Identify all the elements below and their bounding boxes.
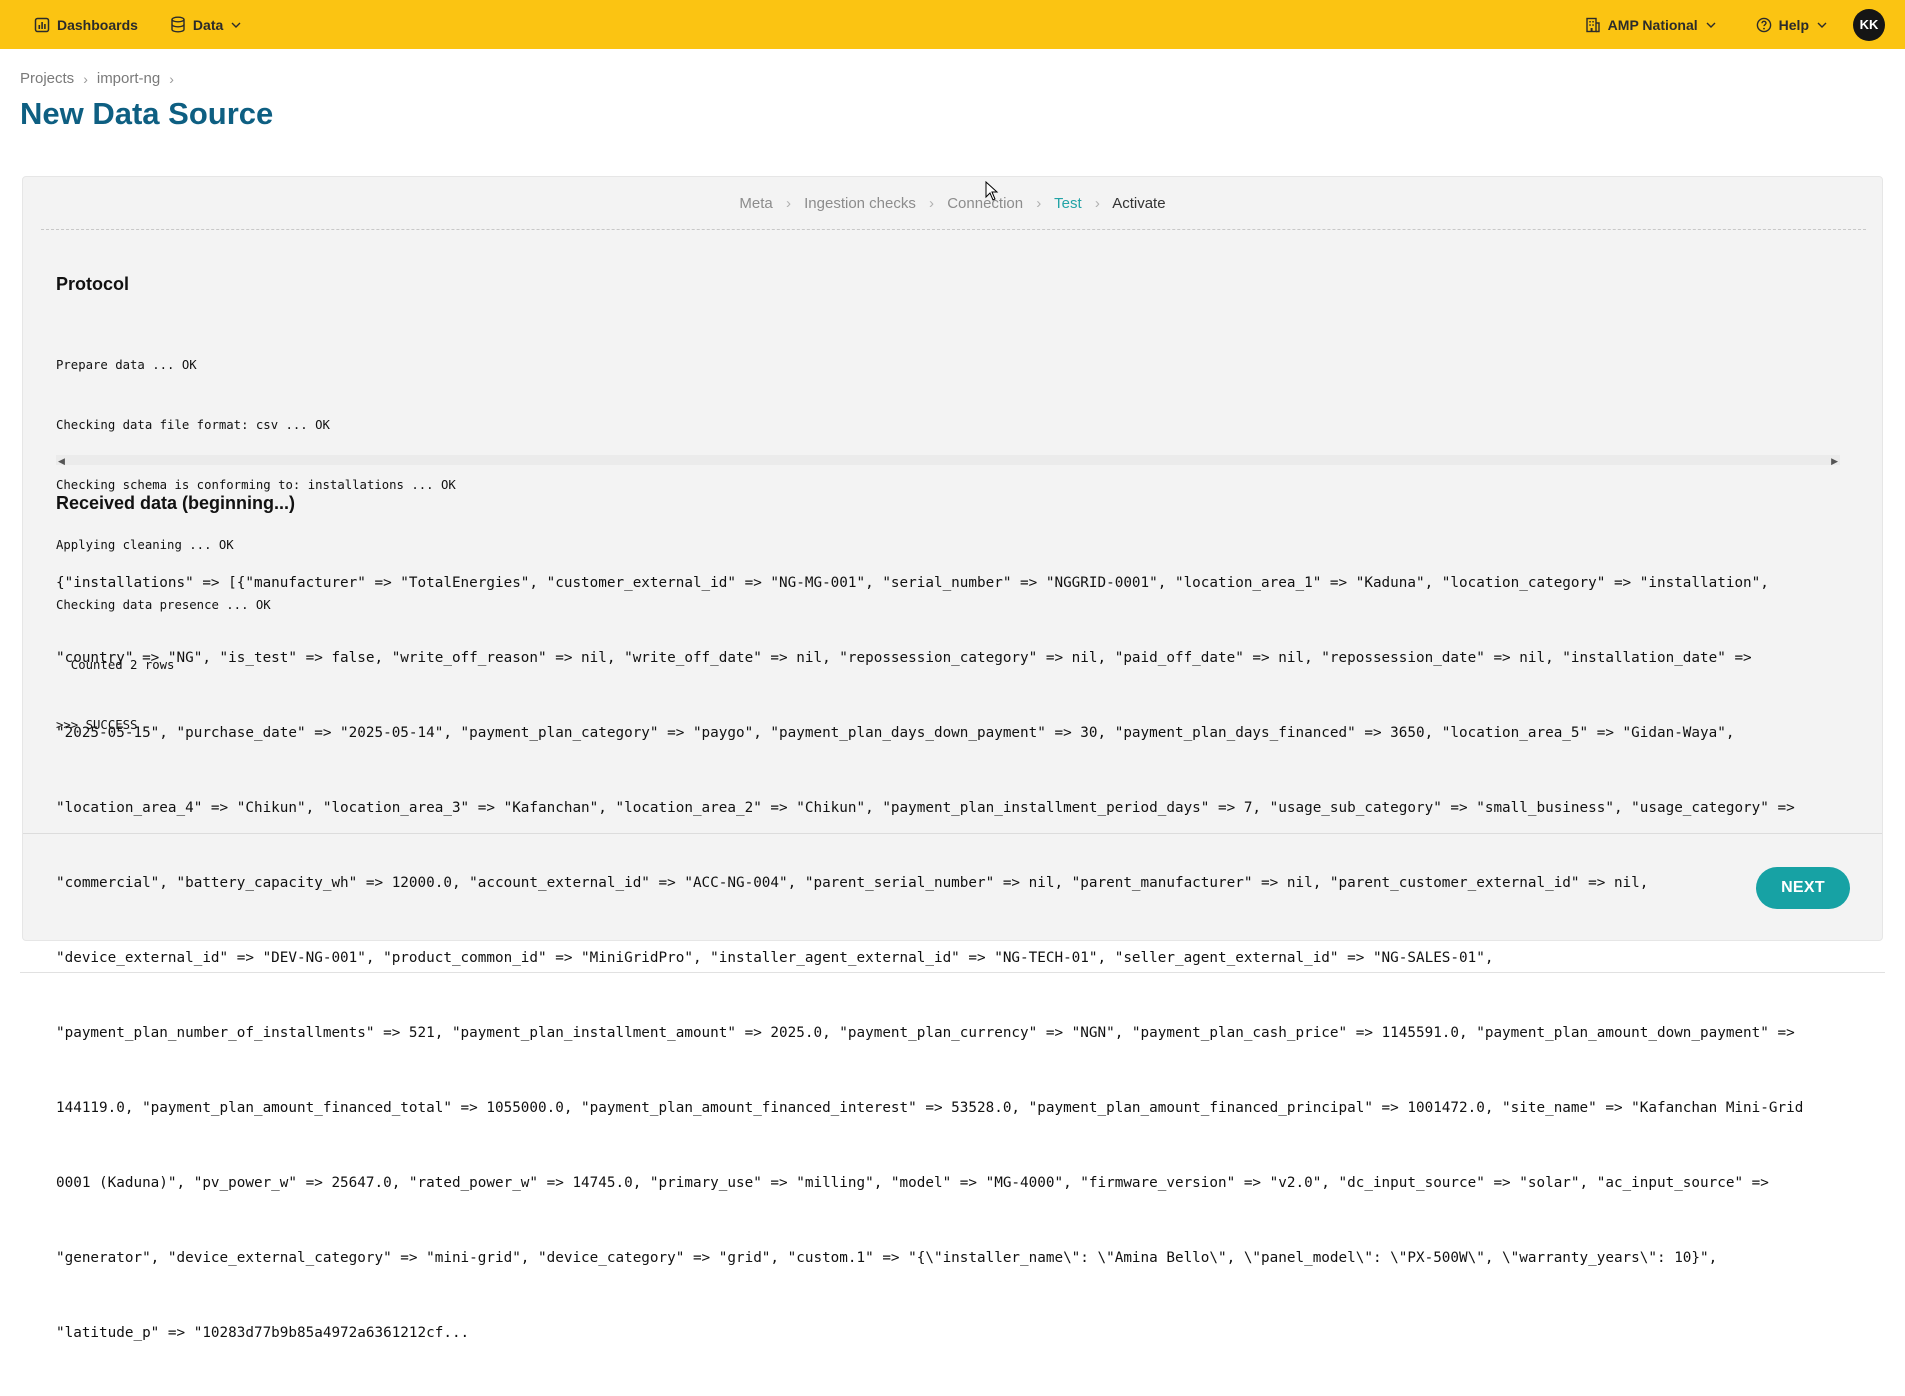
chevron-down-icon [231, 22, 241, 28]
breadcrumb-projects[interactable]: Projects [20, 70, 74, 87]
received-data-line: "device_external_id" => "DEV-NG-001", "p… [56, 950, 1494, 966]
page-title: New Data Source [20, 96, 274, 131]
protocol-line: Prepare data ... OK [56, 358, 197, 372]
chevron-right-icon: › [1036, 195, 1042, 212]
step-meta[interactable]: Meta [739, 195, 772, 212]
wizard-steps: Meta › Ingestion checks › Connection › T… [23, 195, 1882, 212]
received-data-line: 144119.0, "payment_plan_amount_financed_… [56, 1100, 1804, 1116]
chevron-right-icon: › [929, 195, 935, 212]
step-ingestion-checks[interactable]: Ingestion checks [804, 195, 916, 212]
step-activate: Activate [1112, 195, 1166, 212]
building-icon [1585, 17, 1601, 33]
chevron-right-icon: › [169, 70, 174, 87]
received-data-line: "country" => "NG", "is_test" => false, "… [56, 650, 1752, 666]
card-footer-divider [23, 833, 1882, 834]
received-data-line: "latitude_p" => "10283d77b9b85a4972a6361… [56, 1325, 470, 1341]
received-data-line: "location_area_4" => "Chikun", "location… [56, 800, 1795, 816]
chevron-right-icon: › [83, 70, 88, 87]
step-test[interactable]: Test [1054, 195, 1082, 212]
top-navigation-bar: Dashboards Data AMP National Help KK [0, 0, 1905, 49]
protocol-line: Checking data file format: csv ... OK [56, 418, 330, 432]
received-data-line: "payment_plan_number_of_installments" =>… [56, 1025, 1795, 1041]
received-data-line: "generator", "device_external_category" … [56, 1250, 1718, 1266]
nav-data-label: Data [192, 16, 224, 33]
received-data-line: "2025-05-15", "purchase_date" => "2025-0… [56, 725, 1735, 741]
nav-data-dropdown[interactable]: Data [170, 16, 241, 33]
database-icon [170, 16, 186, 33]
mouse-cursor-icon [985, 180, 999, 206]
page-bottom-divider [20, 972, 1885, 973]
nav-dashboards[interactable]: Dashboards [34, 17, 138, 33]
steps-divider [41, 229, 1866, 230]
protocol-title: Protocol [56, 274, 130, 294]
scroll-right-arrow-icon[interactable]: ▶ [1831, 456, 1838, 467]
user-avatar[interactable]: KK [1853, 8, 1885, 41]
chevron-right-icon: › [785, 195, 791, 212]
chevron-down-icon [1817, 22, 1827, 28]
received-data-line: "commercial", "battery_capacity_wh" => 1… [56, 875, 1649, 891]
org-selector[interactable]: AMP National [1585, 17, 1716, 33]
help-dropdown[interactable]: Help [1756, 17, 1827, 33]
received-data-content: {"installations" => [{"manufacturer" => … [56, 521, 1866, 1396]
next-button[interactable]: NEXT [1756, 867, 1850, 909]
protocol-line: Checking schema is conforming to: instal… [56, 478, 456, 492]
chevron-down-icon [1706, 22, 1716, 28]
bar-chart-icon [34, 17, 50, 33]
nav-dashboards-label: Dashboards [57, 16, 138, 33]
breadcrumb-project[interactable]: import-ng [97, 70, 160, 87]
wizard-card: Meta › Ingestion checks › Connection › T… [22, 176, 1883, 1341]
received-data-line: 0001 (Kaduna)", "pv_power_w" => 25647.0,… [56, 1175, 1769, 1191]
breadcrumb: Projects › import-ng › [20, 70, 183, 87]
chevron-right-icon: › [1094, 195, 1100, 212]
help-circle-icon [1756, 17, 1772, 33]
help-label: Help [1778, 16, 1809, 33]
org-selector-label: AMP National [1607, 16, 1698, 33]
scroll-left-arrow-icon[interactable]: ◀ [58, 456, 65, 467]
received-data-title: Received data (beginning...) [56, 493, 296, 513]
received-data-line: {"installations" => [{"manufacturer" => … [56, 575, 1769, 591]
protocol-horizontal-scrollbar[interactable]: ◀ ▶ [56, 455, 1840, 467]
